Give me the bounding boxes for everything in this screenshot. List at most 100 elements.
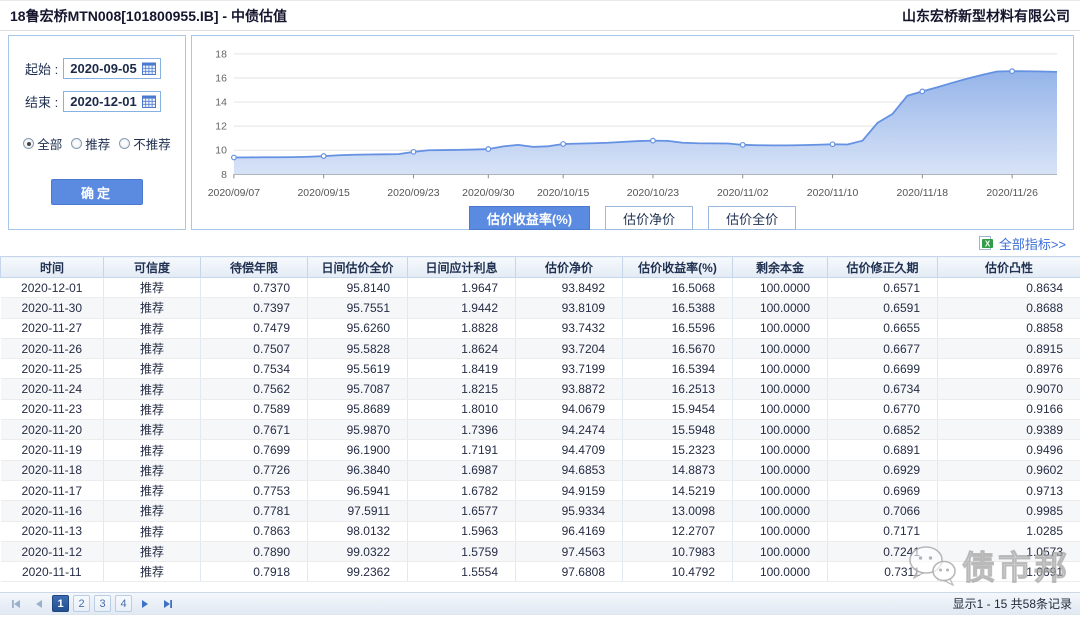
radio-option[interactable]: 不推荐	[119, 134, 171, 153]
cell-value: 0.7726	[201, 460, 308, 480]
svg-text:2020/11/18: 2020/11/18	[897, 188, 949, 199]
table-row[interactable]: 2020-11-19推荐0.769996.19001.719194.470915…	[1, 440, 1080, 460]
cell-value: 0.7589	[201, 399, 308, 419]
company-name: 山东宏桥新型材料有限公司	[902, 6, 1070, 26]
cell-value: 100.0000	[733, 359, 828, 379]
table-row[interactable]: 2020-11-11推荐0.791899.23621.555497.680810…	[1, 562, 1080, 582]
cell-date: 2020-11-19	[1, 440, 104, 460]
radio-label: 推荐	[85, 134, 110, 153]
column-header[interactable]: 可信度	[104, 257, 201, 278]
table-row[interactable]: 2020-11-23推荐0.758995.86891.801094.067915…	[1, 399, 1080, 419]
column-header[interactable]: 时间	[1, 257, 104, 278]
cell-value: 15.9454	[623, 399, 733, 419]
column-header[interactable]: 剩余本金	[733, 257, 828, 278]
cell-date: 2020-11-27	[1, 318, 104, 338]
cell-value: 100.0000	[733, 338, 828, 358]
cell-value: 94.6853	[516, 460, 623, 480]
cell-credibility: 推荐	[104, 359, 201, 379]
table-row[interactable]: 2020-11-24推荐0.756295.70871.821593.887216…	[1, 379, 1080, 399]
table-row[interactable]: 2020-11-12推荐0.789099.03221.575997.456310…	[1, 541, 1080, 561]
radio-icon[interactable]	[119, 138, 130, 149]
table-row[interactable]: 2020-11-17推荐0.775396.59411.678294.915914…	[1, 480, 1080, 500]
cell-date: 2020-11-16	[1, 501, 104, 521]
cell-value: 1.9647	[408, 278, 516, 298]
prev-page-button[interactable]	[30, 595, 48, 612]
column-header[interactable]: 估价凸性	[938, 257, 1080, 278]
cell-value: 100.0000	[733, 399, 828, 419]
all-indicators-link[interactable]: 全部指标>>	[999, 234, 1066, 253]
cell-value: 100.0000	[733, 278, 828, 298]
cell-value: 0.6655	[828, 318, 938, 338]
table-row[interactable]: 2020-11-27推荐0.747995.62601.882893.743216…	[1, 318, 1080, 338]
column-header[interactable]: 待偿年限	[201, 257, 308, 278]
cell-value: 16.5394	[623, 359, 733, 379]
table-row[interactable]: 2020-11-16推荐0.778197.59111.657795.933413…	[1, 501, 1080, 521]
first-page-button[interactable]	[8, 595, 26, 612]
last-page-button[interactable]	[158, 595, 176, 612]
column-header[interactable]: 日间应计利息	[408, 257, 516, 278]
table-row[interactable]: 2020-11-20推荐0.767195.98701.739694.247415…	[1, 420, 1080, 440]
page-button[interactable]: 4	[115, 595, 132, 612]
cell-value: 100.0000	[733, 318, 828, 338]
cell-value: 100.0000	[733, 562, 828, 582]
cell-value: 0.7562	[201, 379, 308, 399]
cell-value: 1.0573	[938, 541, 1080, 561]
radio-icon[interactable]	[23, 138, 34, 149]
cell-value: 0.7241	[828, 541, 938, 561]
cell-value: 99.2362	[308, 562, 408, 582]
cell-value: 0.7863	[201, 521, 308, 541]
page-title: 18鲁宏桥MTN008[101800955.IB] - 中债估值	[10, 6, 287, 26]
cell-value: 94.2474	[516, 420, 623, 440]
cell-value: 95.8140	[308, 278, 408, 298]
cell-value: 1.8828	[408, 318, 516, 338]
cell-value: 0.7781	[201, 501, 308, 521]
calendar-icon[interactable]	[142, 62, 156, 75]
cell-date: 2020-11-24	[1, 379, 104, 399]
end-date-label: 结束 :	[25, 92, 58, 111]
table-row[interactable]: 2020-11-26推荐0.750795.58281.862493.720416…	[1, 338, 1080, 358]
table-row[interactable]: 2020-12-01推荐0.737095.81401.964793.849216…	[1, 278, 1080, 298]
chart-tab[interactable]: 估价收益率(%)	[469, 206, 590, 230]
page-button[interactable]: 1	[52, 595, 69, 612]
radio-option[interactable]: 推荐	[71, 134, 110, 153]
table-row[interactable]: 2020-11-25推荐0.753495.56191.841993.719916…	[1, 359, 1080, 379]
cell-value: 0.7753	[201, 480, 308, 500]
chart-tab[interactable]: 估价全价	[708, 206, 796, 230]
column-header[interactable]: 日间估价全价	[308, 257, 408, 278]
chart-tab[interactable]: 估价净价	[605, 206, 693, 230]
cell-value: 97.6808	[516, 562, 623, 582]
radio-icon[interactable]	[71, 138, 82, 149]
cell-value: 0.6734	[828, 379, 938, 399]
page-button[interactable]: 2	[73, 595, 90, 612]
page-button[interactable]: 3	[94, 595, 111, 612]
table-row[interactable]: 2020-11-30推荐0.739795.75511.944293.810916…	[1, 298, 1080, 318]
cell-credibility: 推荐	[104, 521, 201, 541]
next-page-button[interactable]	[136, 595, 154, 612]
cell-credibility: 推荐	[104, 318, 201, 338]
table-row[interactable]: 2020-11-18推荐0.772696.38401.698794.685314…	[1, 460, 1080, 480]
cell-value: 0.6699	[828, 359, 938, 379]
cell-value: 100.0000	[733, 440, 828, 460]
column-header[interactable]: 估价修正久期	[828, 257, 938, 278]
cell-value: 14.5219	[623, 480, 733, 500]
cell-value: 1.6782	[408, 480, 516, 500]
pager-bar: 1234 显示1 - 15 共58条记录	[0, 592, 1080, 615]
start-date-input[interactable]: 2020-09-05	[63, 58, 161, 79]
cell-value: 0.8915	[938, 338, 1080, 358]
table-row[interactable]: 2020-11-13推荐0.786398.01321.596396.416912…	[1, 521, 1080, 541]
cell-value: 0.9389	[938, 420, 1080, 440]
excel-export-icon[interactable]: X	[979, 236, 993, 250]
cell-value: 10.7983	[623, 541, 733, 561]
svg-text:18: 18	[215, 49, 227, 60]
cell-date: 2020-11-30	[1, 298, 104, 318]
cell-value: 1.8419	[408, 359, 516, 379]
confirm-button[interactable]: 确定	[51, 179, 143, 205]
end-date-input[interactable]: 2020-12-01	[63, 91, 161, 112]
column-header[interactable]: 估价收益率(%)	[623, 257, 733, 278]
cell-value: 1.5554	[408, 562, 516, 582]
svg-text:2020/09/30: 2020/09/30	[462, 188, 515, 199]
indicators-row: X 全部指标>>	[0, 230, 1080, 256]
column-header[interactable]: 估价净价	[516, 257, 623, 278]
calendar-icon[interactable]	[142, 95, 156, 108]
radio-option[interactable]: 全部	[23, 134, 62, 153]
